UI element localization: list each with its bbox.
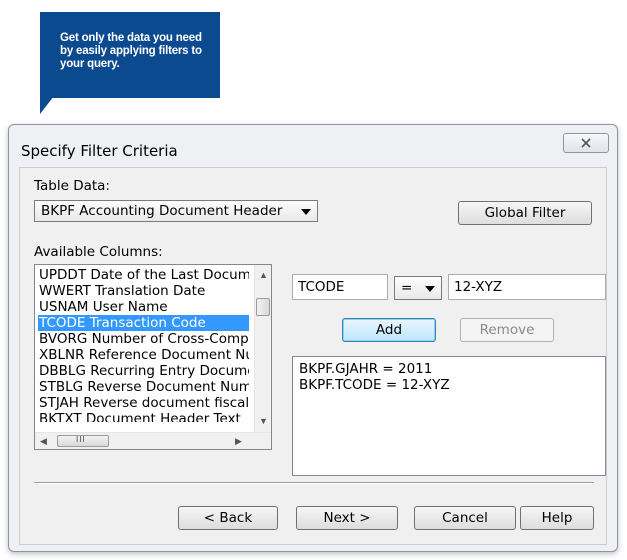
- scroll-left-icon[interactable]: ◀: [40, 437, 47, 446]
- list-item[interactable]: DBBLG Recurring Entry Document Number: [39, 363, 249, 379]
- field-input[interactable]: TCODE: [292, 274, 388, 300]
- value-input[interactable]: 12-XYZ: [448, 274, 606, 300]
- available-columns-label: Available Columns:: [34, 244, 163, 260]
- callout-tail: [40, 96, 54, 114]
- operator-select-value: =: [401, 280, 413, 296]
- vertical-scrollbar[interactable]: ▲ ▼: [254, 265, 271, 433]
- value-input-value: 12-XYZ: [454, 279, 503, 295]
- criteria-list[interactable]: BKPF.GJAHR = 2011 BKPF.TCODE = 12-XYZ: [292, 356, 606, 476]
- filter-dialog: Specify Filter Criteria Table Data: BKPF…: [8, 124, 618, 552]
- add-button[interactable]: Add: [342, 318, 436, 342]
- cancel-button[interactable]: Cancel: [414, 506, 516, 530]
- vertical-scroll-thumb[interactable]: [256, 298, 270, 316]
- available-columns-list[interactable]: UPDDT Date of the Last Document Change W…: [34, 264, 272, 450]
- divider: [34, 482, 594, 484]
- list-item[interactable]: STBLG Reverse Document Number: [39, 379, 249, 395]
- close-button[interactable]: [563, 133, 609, 153]
- criteria-line: BKPF.TCODE = 12-XYZ: [299, 377, 450, 393]
- field-input-value: TCODE: [298, 279, 345, 295]
- scroll-right-icon[interactable]: ▶: [235, 437, 242, 446]
- chevron-down-icon: [425, 286, 435, 292]
- dialog-client-area: Table Data: BKPF Accounting Document Hea…: [19, 167, 607, 545]
- table-data-label: Table Data:: [34, 178, 110, 194]
- chevron-down-icon: [301, 209, 311, 215]
- next-button[interactable]: Next >: [296, 506, 398, 530]
- scroll-down-icon[interactable]: ▼: [259, 417, 268, 426]
- callout-text: Get only the data you need by easily app…: [60, 32, 202, 70]
- list-item-selected[interactable]: TCODE Transaction Code: [38, 315, 249, 331]
- criteria-line: BKPF.GJAHR = 2011: [299, 361, 433, 377]
- list-item[interactable]: XBLNR Reference Document Number: [39, 347, 249, 363]
- table-select[interactable]: BKPF Accounting Document Header: [34, 200, 318, 222]
- title-bar: Specify Filter Criteria: [9, 125, 617, 167]
- dialog-title: Specify Filter Criteria: [21, 142, 178, 160]
- horizontal-scroll-thumb[interactable]: III: [57, 435, 109, 447]
- help-button[interactable]: Help: [520, 506, 594, 530]
- close-icon: [581, 138, 591, 148]
- list-item[interactable]: BKTXT Document Header Text: [39, 411, 249, 422]
- remove-button[interactable]: Remove: [460, 318, 554, 342]
- list-item[interactable]: USNAM User Name: [39, 299, 249, 315]
- list-item[interactable]: BVORG Number of Cross-Company Code Posti…: [39, 331, 249, 347]
- list-item[interactable]: STJAH Reverse document fiscal year: [39, 395, 249, 411]
- back-button[interactable]: < Back: [178, 506, 278, 530]
- scroll-up-icon[interactable]: ▲: [259, 271, 268, 280]
- list-item[interactable]: WWERT Translation Date: [39, 283, 249, 299]
- table-select-value: BKPF Accounting Document Header: [41, 203, 283, 219]
- horizontal-scrollbar[interactable]: ◀ III ▶: [35, 432, 271, 449]
- operator-select[interactable]: =: [394, 276, 442, 300]
- global-filter-button[interactable]: Global Filter: [458, 201, 592, 225]
- info-callout: Get only the data you need by easily app…: [40, 12, 220, 98]
- scroll-grip-icon: III: [76, 435, 86, 444]
- list-item[interactable]: UPDDT Date of the Last Document Change: [39, 267, 249, 283]
